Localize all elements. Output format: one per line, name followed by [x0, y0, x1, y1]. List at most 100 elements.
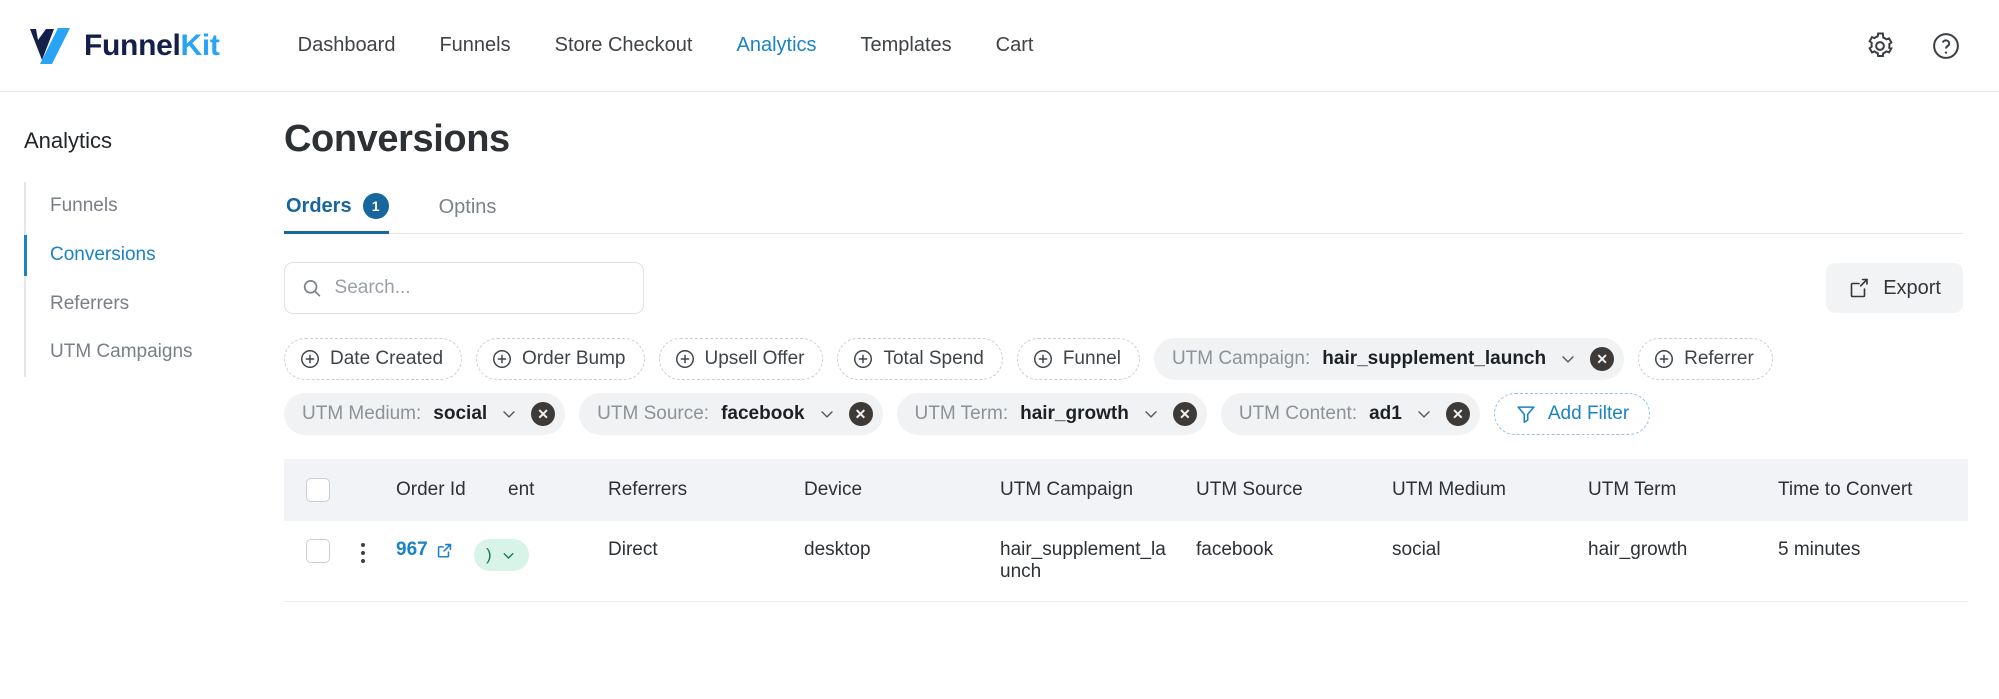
chevron-down-icon[interactable] [1414, 404, 1434, 424]
row-checkbox[interactable] [306, 539, 330, 563]
filter-chip-label: Referrer [1684, 348, 1754, 369]
top-bar-actions [1863, 29, 1963, 63]
table-header-row: Order Id ent Referrers Device UTM Campai… [284, 459, 1968, 521]
column-header-utm-campaign[interactable]: UTM Campaign [990, 459, 1186, 521]
chevron-down-icon [503, 552, 514, 559]
filter-chip-label: Upsell Offer [704, 348, 805, 369]
sidebar-title: Analytics [24, 128, 113, 153]
column-header-utm-medium[interactable]: UTM Medium [1382, 459, 1578, 521]
remove-filter-icon[interactable]: ✕ [531, 402, 556, 426]
conversions-table: Order Id ent Referrers Device UTM Campai… [284, 459, 1968, 602]
row-actions-cell [340, 521, 386, 602]
applied-filter-value: hair_growth [1020, 403, 1129, 424]
status-badge[interactable]: ) [474, 539, 529, 571]
remove-filter-icon[interactable]: ✕ [848, 402, 873, 426]
nav-item-funnels[interactable]: Funnels [417, 24, 532, 67]
applied-filter-utm-source[interactable]: UTM Source: facebook ✕ [579, 393, 883, 435]
export-button[interactable]: Export [1826, 263, 1963, 313]
sidebar-item-funnels[interactable]: Funnels [26, 182, 284, 231]
search-box[interactable] [284, 262, 644, 314]
filter-chip-date-created[interactable]: Date Created [284, 338, 463, 380]
filter-chip-label: Total Spend [883, 348, 984, 369]
plus-circle-icon [1033, 350, 1052, 368]
chevron-down-icon[interactable] [499, 404, 519, 424]
column-header-device[interactable]: Device [794, 459, 990, 521]
gear-icon [1868, 32, 1893, 57]
tab-orders-label: Orders [286, 194, 352, 217]
export-icon [1850, 278, 1868, 298]
applied-filter-label: UTM Source: [597, 403, 710, 424]
brand-wordmark: FunnelKit [84, 29, 220, 63]
chevron-down-icon[interactable] [1141, 404, 1161, 424]
cell-utm-term: hair_growth [1578, 521, 1768, 602]
tab-optins[interactable]: Optins [437, 192, 523, 233]
status-badge-label: ) [486, 545, 492, 564]
chevron-down-icon[interactable] [817, 404, 837, 424]
filter-chip-funnel[interactable]: Funnel [1016, 338, 1140, 380]
filter-chip-upsell-offer[interactable]: Upsell Offer [658, 338, 824, 380]
filter-chip-label: Funnel [1062, 348, 1121, 369]
applied-filter-utm-content[interactable]: UTM Content: ad1 ✕ [1220, 393, 1480, 435]
question-circle-icon [1933, 32, 1959, 59]
top-navigation-bar: FunnelKit Dashboard Funnels Store Checko… [0, 0, 1999, 92]
search-icon [303, 280, 321, 297]
applied-filter-label: UTM Campaign: [1171, 348, 1311, 369]
cell-referrers: Direct [598, 521, 794, 602]
sidebar-item-conversions[interactable]: Conversions [24, 231, 284, 280]
column-header-utm-source[interactable]: UTM Source [1186, 459, 1382, 521]
table-header: Order Id ent Referrers Device UTM Campai… [284, 459, 1968, 521]
row-menu-icon[interactable] [350, 539, 376, 563]
brand-logo[interactable]: FunnelKit [28, 26, 220, 66]
column-header-order-id[interactable]: Order Id [386, 459, 498, 521]
filter-chip-total-spend[interactable]: Total Spend [837, 338, 1003, 380]
remove-filter-icon[interactable]: ✕ [1445, 402, 1470, 426]
help-button[interactable] [1929, 29, 1963, 63]
filter-chip-label: Order Bump [522, 348, 626, 369]
applied-filter-utm-campaign[interactable]: UTM Campaign: hair_supplement_launch ✕ [1153, 338, 1625, 380]
nav-item-store-checkout[interactable]: Store Checkout [533, 24, 715, 67]
nav-item-dashboard[interactable]: Dashboard [276, 24, 418, 67]
applied-filter-value: social [433, 403, 488, 424]
tab-orders-badge: 1 [362, 193, 389, 219]
add-filter-button[interactable]: Add Filter [1493, 393, 1651, 435]
nav-item-templates[interactable]: Templates [839, 24, 974, 67]
cell-device: desktop [794, 521, 990, 602]
sidebar-nav: Funnels Conversions Referrers UTM Campai… [24, 182, 284, 378]
applied-filter-utm-term[interactable]: UTM Term: hair_growth ✕ [896, 393, 1207, 435]
order-id-link[interactable]: 967 [396, 539, 454, 561]
cell-utm-medium: social [1382, 521, 1578, 602]
cell-status: ) [474, 521, 598, 602]
column-header-truncated[interactable]: ent [498, 459, 598, 521]
sidebar: Analytics Funnels Conversions Referrers … [0, 92, 284, 699]
applied-filter-label: UTM Medium: [302, 403, 422, 424]
toolbar-row: Export [284, 262, 1963, 314]
brand-name-secondary: Kit [180, 28, 220, 62]
applied-filter-utm-medium[interactable]: UTM Medium: social ✕ [284, 393, 566, 435]
search-input[interactable] [334, 277, 627, 299]
order-id-value: 967 [396, 539, 428, 560]
sidebar-item-referrers[interactable]: Referrers [26, 280, 284, 329]
filter-chip-order-bump[interactable]: Order Bump [476, 338, 645, 380]
plus-circle-icon [675, 350, 694, 368]
brand-name-primary: Funnel [84, 28, 181, 62]
column-header-referrers[interactable]: Referrers [598, 459, 794, 521]
settings-button[interactable] [1863, 29, 1897, 63]
nav-item-cart[interactable]: Cart [974, 24, 1056, 67]
nav-item-analytics[interactable]: Analytics [714, 24, 838, 67]
plus-circle-icon [301, 350, 319, 368]
column-header-time-to-convert[interactable]: Time to Convert [1768, 459, 1968, 521]
filter-chip-label: Date Created [330, 348, 444, 369]
tab-orders[interactable]: Orders 1 [284, 189, 415, 234]
column-header-utm-term[interactable]: UTM Term [1578, 459, 1768, 521]
page-title: Conversions [284, 118, 510, 160]
cell-time-to-convert: 5 minutes [1768, 521, 1968, 602]
select-all-checkbox[interactable] [306, 478, 330, 502]
filter-chip-referrer[interactable]: Referrer [1638, 338, 1773, 380]
actions-header [340, 459, 386, 521]
remove-filter-icon[interactable]: ✕ [1590, 347, 1615, 371]
plus-circle-icon [493, 350, 511, 368]
remove-filter-icon[interactable]: ✕ [1172, 402, 1197, 426]
table-row: 967 ) Direct desktop hair_supplement_lau… [284, 521, 1968, 602]
chevron-down-icon[interactable] [1558, 349, 1578, 369]
sidebar-item-utm-campaigns[interactable]: UTM Campaigns [26, 328, 284, 377]
